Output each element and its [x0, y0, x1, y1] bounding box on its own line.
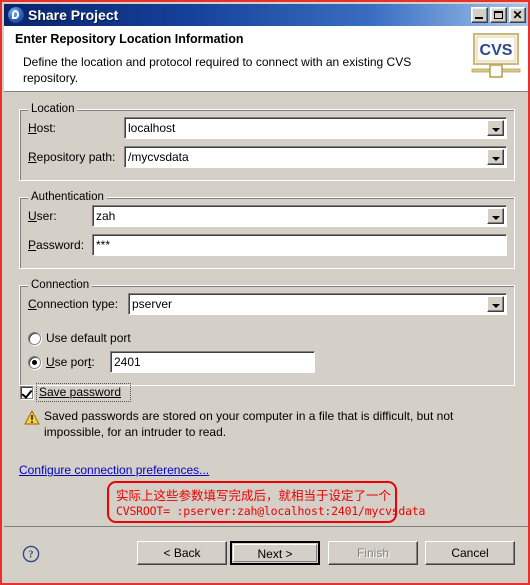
port-value: 2401 [114, 355, 141, 369]
password-value: *** [96, 238, 111, 252]
repository-path-chevron-down-icon[interactable] [487, 149, 504, 165]
next-button[interactable]: Next > [230, 541, 320, 565]
annotation-line-1: 实际上这些参数填写完成后，就相当于设定了一个 [116, 488, 392, 503]
finish-button: Finish [328, 541, 418, 565]
connection-type-chevron-down-icon[interactable] [487, 296, 504, 312]
wizard-header: Enter Repository Location Information De… [4, 26, 528, 92]
use-port-radio[interactable] [28, 356, 41, 369]
eclipse-icon [8, 7, 24, 23]
connection-type-value: pserver [132, 297, 173, 311]
svg-text:?: ? [29, 550, 34, 561]
use-default-port-label[interactable]: Use default port [46, 331, 131, 345]
use-default-port-radio[interactable] [28, 332, 41, 345]
password-input[interactable]: *** [92, 234, 507, 256]
port-input[interactable]: 2401 [110, 351, 315, 373]
minimize-icon[interactable] [471, 7, 488, 23]
warning-triangle-icon [24, 410, 40, 425]
page-description: Define the location and protocol require… [23, 55, 412, 85]
location-group-legend: Location [28, 103, 78, 115]
window-title: Share Project [28, 7, 119, 23]
user-label: User: [28, 209, 57, 223]
repository-path-label: Repository path: [28, 150, 116, 164]
user-value: zah [96, 209, 116, 223]
host-value: localhost [128, 121, 176, 135]
connection-type-label: Connection type: [28, 297, 119, 311]
user-combo[interactable]: zah [92, 205, 507, 227]
host-combo[interactable]: localhost [124, 117, 507, 139]
repository-path-combo[interactable]: /mycvsdata [124, 146, 507, 168]
cvs-logo-icon: CVS [471, 33, 521, 78]
use-port-label[interactable]: Use port: [46, 355, 95, 369]
host-label: Host: [28, 121, 57, 135]
repository-path-value: /mycvsdata [128, 150, 189, 164]
dialog-button-bar: ? < Back Next > Finish Cancel [4, 526, 528, 583]
annotation-line-2: CVSROOT= :pserver:zah@localhost:2401/myc… [116, 504, 426, 518]
user-chevron-down-icon[interactable] [487, 208, 504, 224]
title-bar[interactable]: Share Project ✕ [4, 4, 528, 26]
window-controls: ✕ [471, 7, 528, 23]
page-title: Enter Repository Location Information [15, 32, 244, 46]
annotation-callout: 实际上这些参数填写完成后，就相当于设定了一个 CVSROOT= :pserver… [107, 481, 425, 523]
configure-connection-preferences-link[interactable]: Configure connection preferences... [19, 463, 209, 477]
finish-button-label: Finish [356, 546, 389, 560]
cancel-button-label: Cancel [451, 546, 489, 560]
password-label: Password: [28, 238, 85, 252]
save-password-checkbox[interactable] [20, 386, 33, 399]
close-icon[interactable]: ✕ [509, 7, 526, 23]
back-button-label: < Back [163, 546, 201, 560]
dialog-body: Location Host: localhost Repository path… [4, 92, 528, 526]
back-button[interactable]: < Back [137, 541, 227, 565]
connection-type-combo[interactable]: pserver [128, 293, 507, 315]
help-icon[interactable]: ? [22, 545, 40, 563]
cancel-button[interactable]: Cancel [425, 541, 515, 565]
authentication-group-legend: Authentication [28, 191, 107, 203]
share-project-dialog: Share Project ✕ Enter Repository Locatio… [0, 0, 530, 585]
host-chevron-down-icon[interactable] [487, 120, 504, 136]
save-password-warning-text: Saved passwords are stored on your compu… [44, 409, 454, 439]
save-password-label[interactable]: Save password [39, 385, 121, 399]
maximize-icon[interactable] [490, 7, 507, 23]
next-button-label: Next > [233, 544, 317, 562]
connection-group-legend: Connection [28, 279, 93, 291]
svg-text:CVS: CVS [480, 42, 513, 59]
